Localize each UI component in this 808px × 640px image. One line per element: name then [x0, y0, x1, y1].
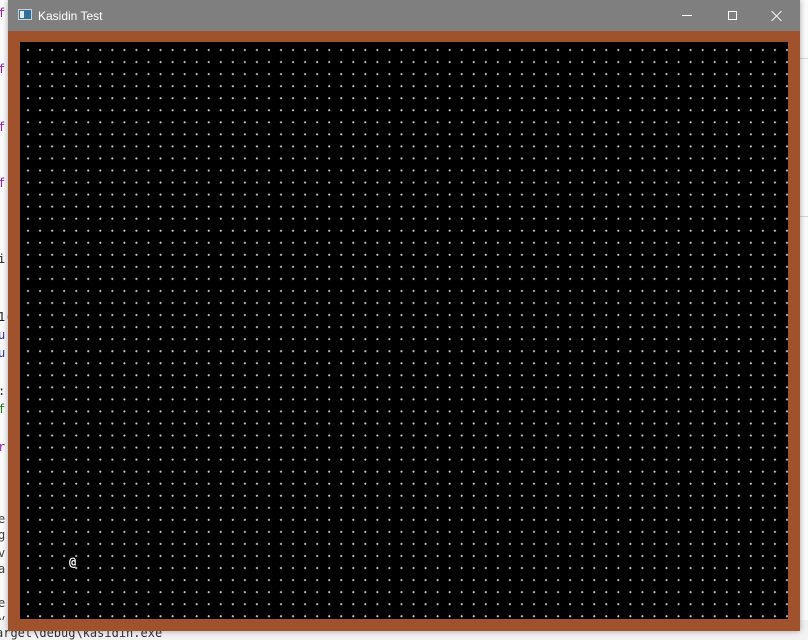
game-map[interactable]: @	[20, 42, 788, 619]
editor-glyph: f	[0, 62, 6, 76]
editor-glyph: i	[0, 252, 6, 266]
editor-glyph: :	[0, 384, 5, 398]
editor-glyph: a	[0, 562, 6, 576]
close-button[interactable]	[754, 0, 800, 31]
editor-glyph: u	[0, 328, 6, 342]
editor-glyph: f	[0, 402, 6, 416]
window-titlebar[interactable]: Kasidin Test	[8, 0, 800, 31]
editor-glyph: v	[0, 546, 6, 560]
editor-glyph: r	[0, 440, 6, 454]
maximize-button[interactable]	[709, 0, 755, 31]
editor-glyph: e	[0, 512, 6, 526]
game-window: Kasidin Test @	[8, 0, 800, 631]
minimize-icon	[682, 15, 692, 16]
editor-glyph: u	[0, 346, 6, 360]
editor-glyph: f	[0, 6, 6, 20]
window-title: Kasidin Test	[38, 9, 103, 23]
background-editor-right	[799, 0, 808, 639]
game-viewport[interactable]: @	[8, 31, 800, 631]
close-icon	[771, 10, 783, 22]
player-character: @	[69, 555, 77, 569]
editor-glyph: g	[0, 528, 6, 542]
editor-glyph: e	[0, 596, 6, 610]
console-window-icon[interactable]	[18, 9, 32, 20]
editor-glyph: f	[0, 120, 6, 134]
minimize-button[interactable]	[664, 0, 710, 31]
maximize-icon	[727, 11, 737, 20]
editor-glyph: f	[0, 176, 6, 190]
